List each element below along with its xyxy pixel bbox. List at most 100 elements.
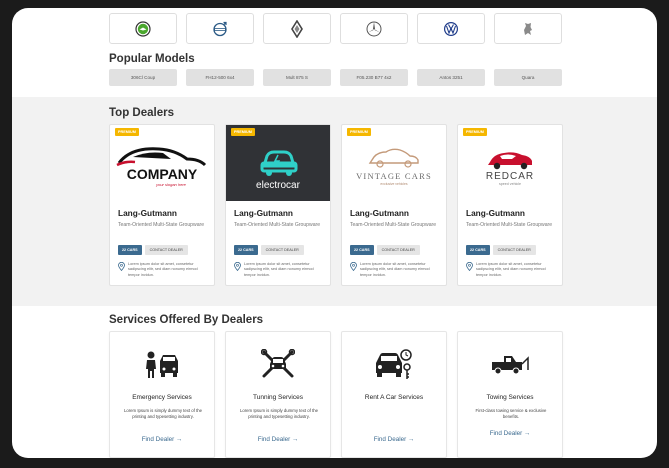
service-cards: Emergency Services Lorem Ipsum is simply… (109, 331, 563, 458)
dealer-description: Team-Oriented Multi-State Groupware (234, 222, 321, 228)
skoda-logo-icon (135, 20, 151, 37)
vintage-logo-sub: exclusive vehicles (380, 182, 407, 186)
service-name: Tunning Services (253, 394, 303, 401)
volvo-logo-icon (213, 21, 227, 36)
contact-dealer-button[interactable]: CONTACT DEALER (260, 245, 304, 255)
model-chip[interactable]: Antos 3251 (417, 69, 485, 86)
redcar-logo-icon: REDCAR speed vehicle (486, 152, 534, 186)
models-row: 306Cl Coup FH12-500 6x4 Mult 875 S F05.2… (109, 69, 562, 86)
premium-badge: PREMIUM (115, 128, 139, 136)
brand-row (109, 13, 562, 44)
location-pin-icon (466, 262, 473, 271)
dealer-address: Lorem ipsum dolor sit amet, consetetur s… (128, 262, 198, 277)
company-logo-text: COMPANY (127, 166, 198, 182)
service-description: Lorem Ipsum is simply dummy text of the … (123, 408, 203, 420)
dealer-name[interactable]: Lang-Gutmann (118, 208, 177, 218)
dealer-card[interactable]: PREMIUM COMPANY your slogan here Lang-Gu… (109, 124, 215, 286)
premium-badge: PREMIUM (231, 128, 255, 136)
dealer-cards: PREMIUM COMPANY your slogan here Lang-Gu… (109, 124, 563, 286)
dealer-card[interactable]: PREMIUM electrocar Lang-Gutmann Team-Ori… (225, 124, 331, 286)
premium-badge: PREMIUM (463, 128, 487, 136)
dealer-address: Lorem ipsum dolor sit amet, consetetur s… (476, 262, 546, 277)
services-title: Services Offered By Dealers (109, 314, 264, 326)
car-key-clock-icon (376, 349, 412, 379)
brand-volkswagen[interactable] (417, 13, 485, 44)
arrow-right-icon: → (176, 436, 183, 443)
dealer-address: Lorem ipsum dolor sit amet, consetetur s… (244, 262, 314, 277)
contact-dealer-button[interactable]: CONTACT DEALER (144, 245, 188, 255)
arrow-right-icon: → (408, 436, 415, 443)
dealer-logo: PREMIUM VINTAGE CARS exclusive vehicles (342, 125, 446, 201)
service-card[interactable]: Rent A Car Services Find Dealer → (341, 331, 447, 458)
dealer-cars-button[interactable]: 22 CARS (234, 245, 258, 255)
dealer-name[interactable]: Lang-Gutmann (350, 208, 409, 218)
dealer-cars-button[interactable]: 22 CARS (350, 245, 374, 255)
tow-truck-icon (492, 356, 529, 375)
company-logo-slogan: your slogan here (155, 182, 187, 187)
find-dealer-link[interactable]: Find Dealer → (342, 436, 446, 443)
arrow-right-icon: → (524, 430, 531, 437)
peugeot-lion-logo-icon (524, 22, 532, 35)
dealer-description: Team-Oriented Multi-State Groupware (118, 222, 205, 228)
service-card[interactable]: Emergency Services Lorem Ipsum is simply… (109, 331, 215, 458)
dealer-logo: PREMIUM electrocar (226, 125, 330, 201)
dealer-logo: PREMIUM REDCAR speed vehicle (458, 125, 562, 201)
service-name: Towing Services (486, 394, 534, 401)
location-pin-icon (350, 262, 357, 271)
brand-volvo[interactable] (186, 13, 254, 44)
renault-logo-icon (291, 19, 303, 38)
dealer-logo: PREMIUM COMPANY your slogan here (110, 125, 214, 201)
location-pin-icon (234, 262, 241, 271)
volkswagen-logo-icon (444, 21, 458, 36)
service-description: Lorem Ipsum is simply dummy text of the … (239, 408, 319, 420)
find-dealer-label: Find Dealer (489, 430, 523, 437)
find-dealer-link[interactable]: Find Dealer → (226, 436, 330, 443)
brand-skoda[interactable] (109, 13, 177, 44)
service-card[interactable]: Tunning Services Lorem Ipsum is simply d… (225, 331, 331, 458)
vintage-car-logo-icon: VINTAGE CARS exclusive vehicles (356, 148, 432, 186)
dealer-card[interactable]: PREMIUM VINTAGE CARS exclusive vehicles … (341, 124, 447, 286)
dealer-address: Lorem ipsum dolor sit amet, consetetur s… (360, 262, 430, 277)
vintage-logo-text: VINTAGE CARS (356, 171, 432, 181)
dealer-card[interactable]: PREMIUM REDCAR speed vehicle Lang-Gutman… (457, 124, 563, 286)
service-card[interactable]: Towing Services First-class towing servi… (457, 331, 563, 458)
dealer-name[interactable]: Lang-Gutmann (466, 208, 525, 218)
find-dealer-label: Find Dealer (373, 436, 407, 443)
premium-badge: PREMIUM (347, 128, 371, 136)
redcar-logo-sub: speed vehicle (499, 182, 521, 186)
dealer-description: Team-Oriented Multi-State Groupware (466, 222, 553, 228)
contact-dealer-button[interactable]: CONTACT DEALER (492, 245, 536, 255)
brand-mercedes[interactable] (340, 13, 408, 44)
model-chip[interactable]: 306Cl Coup (109, 69, 177, 86)
service-name: Rent A Car Services (364, 394, 424, 401)
find-dealer-link[interactable]: Find Dealer → (458, 430, 562, 437)
dealer-cars-button[interactable]: 22 CARS (466, 245, 490, 255)
company-car-logo-icon: COMPANY your slogan here (116, 147, 207, 187)
dealer-description: Team-Oriented Multi-State Groupware (350, 222, 437, 228)
model-chip[interactable]: F05.230 B77 4x2 (340, 69, 408, 86)
find-dealer-label: Find Dealer (141, 436, 175, 443)
model-chip[interactable]: Quara (494, 69, 562, 86)
electrocar-logo-text: electrocar (256, 180, 301, 190)
dealer-name[interactable]: Lang-Gutmann (234, 208, 293, 218)
model-chip[interactable]: Mult 875 S (263, 69, 331, 86)
contact-dealer-button[interactable]: CONTACT DEALER (376, 245, 420, 255)
popular-models-title: Popular Models (109, 53, 195, 65)
redcar-logo-text: REDCAR (486, 171, 534, 182)
brand-renault[interactable] (263, 13, 331, 44)
find-dealer-link[interactable]: Find Dealer → (110, 436, 214, 443)
find-dealer-label: Find Dealer (257, 436, 291, 443)
dealer-cars-button[interactable]: 22 CARS (118, 245, 142, 255)
brand-peugeot[interactable] (494, 13, 562, 44)
electrocar-logo-icon: electrocar (256, 150, 301, 190)
top-dealers-title: Top Dealers (109, 107, 174, 119)
mercedes-logo-icon (366, 21, 382, 36)
page-frame: Popular Models 306Cl Coup FH12-500 6x4 M… (12, 8, 657, 458)
service-name: Emergency Services (132, 394, 192, 401)
arrow-right-icon: → (292, 436, 299, 443)
model-chip[interactable]: FH12-500 6x4 (186, 69, 254, 86)
mechanic-car-icon (146, 351, 178, 378)
wrenches-car-icon (261, 349, 295, 378)
service-description: First-class towing service & exclusive b… (475, 408, 547, 420)
location-pin-icon (118, 262, 125, 271)
